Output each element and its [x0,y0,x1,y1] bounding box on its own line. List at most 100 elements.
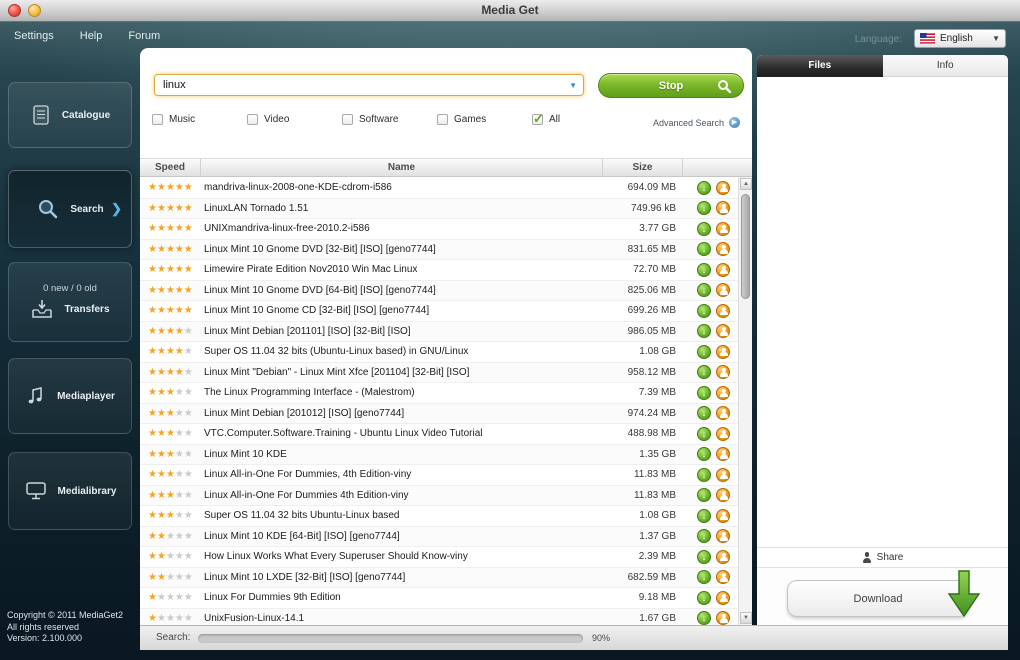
row-download-icon[interactable]: ↓ [697,242,711,257]
row-download-icon[interactable]: ↓ [697,262,711,277]
result-row[interactable]: ★★★★★ Linux All-in-One For Dummies 4th E… [140,485,738,506]
row-user-icon[interactable] [716,365,730,380]
menu-settings[interactable]: Settings [14,30,54,42]
share-button[interactable]: Share [757,547,1008,567]
row-download-icon[interactable]: ↓ [697,221,711,236]
row-user-icon[interactable] [716,611,730,625]
tab-info[interactable]: Info [882,55,1008,77]
menu-help[interactable]: Help [80,30,103,42]
checkbox-icon[interactable] [342,114,353,125]
tab-files[interactable]: Files [757,55,883,77]
download-button[interactable]: Download [787,580,969,617]
column-header-speed[interactable]: Speed [140,162,200,173]
search-history-dropdown-icon[interactable]: ▼ [569,81,577,90]
row-user-icon[interactable] [716,447,730,462]
row-user-icon[interactable] [716,324,730,339]
row-download-icon[interactable]: ↓ [697,385,711,400]
language-select[interactable]: English ▼ [914,29,1006,48]
row-download-icon[interactable]: ↓ [697,611,711,625]
sidebar-item-mediaplayer[interactable]: Mediaplayer [8,358,132,434]
row-download-icon[interactable]: ↓ [697,406,711,421]
filter-item[interactable]: Music [152,114,247,125]
result-row[interactable]: ★★★★★ Linux Mint "Debian" - Linux Mint X… [140,362,738,383]
result-row[interactable]: ★★★★★ Super OS 11.04 32 bits Ubuntu-Linu… [140,506,738,527]
filter-item[interactable]: Software [342,114,437,125]
row-user-icon[interactable] [716,221,730,236]
result-row[interactable]: ★★★★★ UnixFusion-Linux-14.1 1.67 GB ↓ [140,608,738,625]
filter-item[interactable]: Video [247,114,342,125]
sidebar-item-medialibrary[interactable]: Medialibrary [8,452,132,530]
result-row[interactable]: ★★★★★ Linux All-in-One For Dummies, 4th … [140,465,738,486]
result-row[interactable]: ★★★★★ The Linux Programming Interface - … [140,383,738,404]
row-user-icon[interactable] [716,303,730,318]
result-row[interactable]: ★★★★★ LinuxLAN Tornado 1.51 749.96 kB ↓ [140,198,738,219]
close-button[interactable] [8,4,21,17]
scroll-down-icon[interactable]: ▼ [740,612,752,624]
results-scrollbar[interactable]: ▲ ▼ [738,177,752,625]
result-row[interactable]: ★★★★★ Linux Mint 10 Gnome CD [32-Bit] [I… [140,301,738,322]
result-row[interactable]: ★★★★★ UNIXmandriva-linux-free-2010.2-i58… [140,219,738,240]
result-row[interactable]: ★★★★★ VTC.Computer.Software.Training - U… [140,424,738,445]
row-download-icon[interactable]: ↓ [697,344,711,359]
row-user-icon[interactable] [716,467,730,482]
result-row[interactable]: ★★★★★ Linux Mint 10 Gnome DVD [32-Bit] [… [140,239,738,260]
row-download-icon[interactable]: ↓ [697,467,711,482]
row-user-icon[interactable] [716,549,730,564]
row-download-icon[interactable]: ↓ [697,570,711,585]
result-row[interactable]: ★★★★★ Linux Mint Debian [201012] [ISO] [… [140,403,738,424]
result-row[interactable]: ★★★★★ Linux Mint 10 Gnome DVD [64-Bit] [… [140,280,738,301]
result-row[interactable]: ★★★★★ Linux Mint 10 LXDE [32-Bit] [ISO] … [140,567,738,588]
sidebar-item-transfers[interactable]: 0 new / 0 old Transfers [8,262,132,342]
row-user-icon[interactable] [716,344,730,359]
result-row[interactable]: ★★★★★ How Linux Works What Every Superus… [140,547,738,568]
row-download-icon[interactable]: ↓ [697,529,711,544]
row-user-icon[interactable] [716,590,730,605]
row-download-icon[interactable]: ↓ [697,324,711,339]
result-row[interactable]: ★★★★★ mandriva-linux-2008-one-KDE-cdrom-… [140,178,738,199]
row-user-icon[interactable] [716,385,730,400]
row-download-icon[interactable]: ↓ [697,508,711,523]
row-user-icon[interactable] [716,488,730,503]
sidebar-item-search[interactable]: Search ❯ [8,170,132,248]
row-download-icon[interactable]: ↓ [697,303,711,318]
minimize-button[interactable] [28,4,41,17]
result-row[interactable]: ★★★★★ Linux For Dummies 9th Edition 9.18… [140,588,738,609]
filter-item[interactable]: Games [437,114,532,125]
row-user-icon[interactable] [716,570,730,585]
row-user-icon[interactable] [716,508,730,523]
menu-forum[interactable]: Forum [128,30,160,42]
stop-button[interactable]: Stop [598,73,744,98]
row-download-icon[interactable]: ↓ [697,426,711,441]
checkbox-icon[interactable] [532,111,544,127]
result-row[interactable]: ★★★★★ Super OS 11.04 32 bits (Ubuntu-Lin… [140,342,738,363]
column-header-size[interactable]: Size [602,159,682,176]
filter-item[interactable]: All [532,111,627,127]
checkbox-icon[interactable] [437,114,448,125]
row-user-icon[interactable] [716,406,730,421]
checkbox-icon[interactable] [152,114,163,125]
row-user-icon[interactable] [716,426,730,441]
row-download-icon[interactable]: ↓ [697,201,711,216]
result-row[interactable]: ★★★★★ Linux Mint Debian [201101] [ISO] [… [140,321,738,342]
row-download-icon[interactable]: ↓ [697,488,711,503]
row-user-icon[interactable] [716,242,730,257]
result-row[interactable]: ★★★★★ Linux Mint 10 KDE 1.35 GB ↓ [140,444,738,465]
result-row[interactable]: ★★★★★ Linux Mint 10 KDE [64-Bit] [ISO] [… [140,526,738,547]
scroll-up-icon[interactable]: ▲ [740,178,752,190]
row-user-icon[interactable] [716,262,730,277]
column-header-name[interactable]: Name [200,159,602,176]
result-row[interactable]: ★★★★★ Limewire Pirate Edition Nov2010 Wi… [140,260,738,281]
checkbox-icon[interactable] [247,114,258,125]
search-input[interactable] [154,74,584,96]
row-user-icon[interactable] [716,283,730,298]
advanced-search-link[interactable]: Advanced Search ▶ [653,117,740,128]
row-download-icon[interactable]: ↓ [697,365,711,380]
row-download-icon[interactable]: ↓ [697,283,711,298]
sidebar-item-catalogue[interactable]: Catalogue [8,82,132,148]
row-download-icon[interactable]: ↓ [697,590,711,605]
row-download-icon[interactable]: ↓ [697,549,711,564]
row-user-icon[interactable] [716,529,730,544]
row-download-icon[interactable]: ↓ [697,180,711,195]
scrollbar-thumb[interactable] [741,194,750,299]
row-user-icon[interactable] [716,180,730,195]
